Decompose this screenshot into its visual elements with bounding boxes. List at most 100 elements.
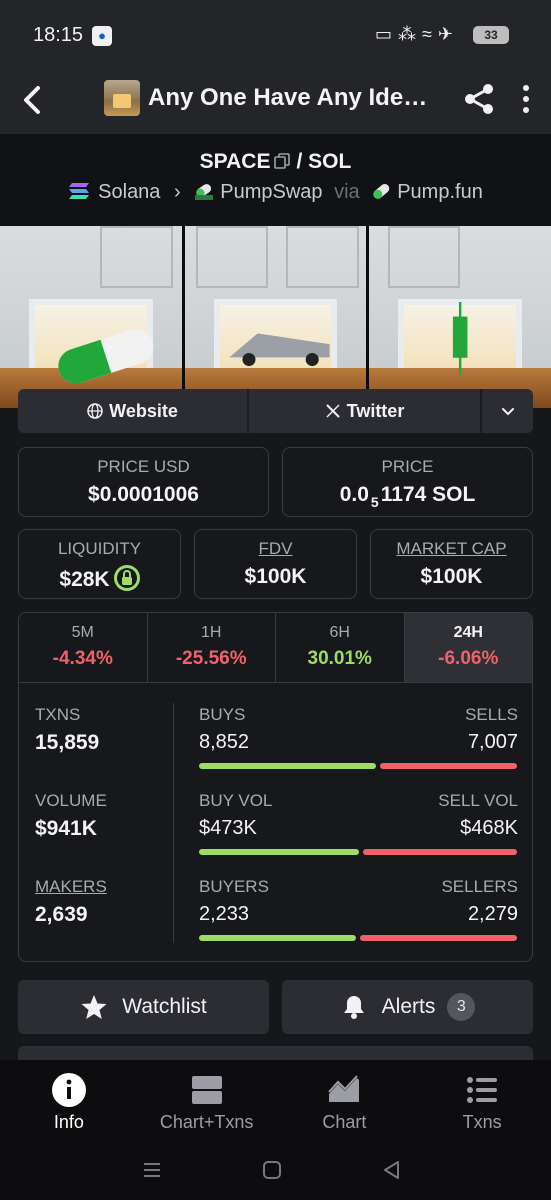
nav-chart[interactable]: Chart	[276, 1060, 414, 1144]
info-icon	[51, 1073, 86, 1107]
pumpfun-logo-icon	[373, 183, 390, 199]
quote-symbol: SOL	[308, 150, 352, 173]
chain-link[interactable]: Solana	[98, 181, 160, 203]
sell-vol-value: $468K	[460, 817, 518, 839]
nav-txns[interactable]: Txns	[413, 1060, 551, 1144]
token-pair: SPACE / SOL	[0, 150, 551, 174]
market-cap-card[interactable]: MARKET CAP $100K	[370, 529, 533, 599]
watchlist-button[interactable]: Watchlist	[18, 980, 269, 1034]
pair-separator: /	[296, 150, 303, 173]
home-icon[interactable]	[260, 1158, 284, 1182]
app-bar: Any One Have Any Ide…	[0, 66, 551, 134]
notification-app-icon: ●	[92, 26, 112, 46]
more-links-button[interactable]	[482, 389, 533, 433]
star-icon	[81, 995, 107, 1019]
price-native-card: PRICE 0.0 51174 SOL	[282, 447, 533, 517]
buyers-label: BUYERS	[199, 877, 269, 896]
token-banner-image	[0, 226, 551, 408]
sellers-value: 2,279	[467, 903, 518, 925]
website-label: Website	[109, 400, 178, 421]
tab-6h[interactable]: 6H 30.01%	[276, 613, 405, 682]
tab-1h[interactable]: 1H -25.56%	[148, 613, 276, 682]
system-status-icons: ▭⁂≈✈	[375, 24, 459, 44]
token-route: Solana › PumpSwap via Pump.fun	[0, 181, 551, 204]
buys-label: BUYS	[199, 705, 246, 724]
tab-5m[interactable]: 5M -4.34%	[19, 613, 148, 682]
status-time: 18:15	[33, 24, 84, 46]
x-logo-icon	[325, 404, 340, 418]
token-header: SPACE / SOL Solana › PumpSwap via Pump.f…	[0, 134, 551, 226]
website-button[interactable]: Website	[18, 389, 249, 433]
liquidity-value: $28K	[19, 565, 180, 592]
bell-icon	[343, 996, 364, 1019]
price-native-label: PRICE	[381, 457, 434, 476]
twitter-button[interactable]: Twitter	[249, 389, 482, 433]
banner-panel-truck	[184, 226, 367, 408]
watchlist-label: Watchlist	[122, 995, 207, 1018]
twitter-label: Twitter	[346, 400, 405, 421]
nav-txns-label: Txns	[462, 1112, 502, 1132]
buy-vol-value: $473K	[199, 817, 257, 839]
split-view-icon	[191, 1076, 222, 1104]
nav-chart-txns[interactable]: Chart+Txns	[138, 1060, 276, 1144]
makers-value: 2,639	[35, 903, 88, 926]
pumpswap-logo-icon	[195, 184, 214, 200]
share-icon[interactable]	[462, 82, 496, 116]
liquidity-label: LIQUIDITY	[57, 539, 142, 558]
alerts-label: Alerts	[381, 995, 436, 1018]
buyers-value: 2,233	[199, 903, 250, 925]
txns-row: TXNS 15,859 BUYS SELLS 8,852 7,007	[19, 683, 532, 769]
system-navigation-bar	[0, 1144, 551, 1200]
market-cap-label[interactable]: MARKET CAP	[371, 539, 532, 559]
fdv-value: $100K	[244, 565, 307, 588]
chevron-down-icon	[501, 408, 514, 416]
copy-icon[interactable]	[274, 153, 291, 169]
back-icon[interactable]	[380, 1158, 404, 1182]
page-title: Any One Have Any Ide…	[148, 84, 428, 111]
banner-panel-candle	[369, 226, 551, 408]
price-usd-card: PRICE USD $0.0001006	[18, 447, 269, 517]
launchpad-link[interactable]: Pump.fun	[397, 181, 483, 203]
chevron-right-icon: ›	[174, 181, 181, 203]
banner-panel-pill	[0, 226, 182, 408]
sells-label: SELLS	[465, 705, 518, 724]
txns-value: 15,859	[35, 731, 100, 754]
volume-label: VOLUME	[35, 791, 107, 810]
battery-icon: 33	[473, 26, 509, 44]
nav-chart-txns-label: Chart+Txns	[159, 1112, 254, 1132]
volume-value: $941K	[35, 817, 97, 840]
nav-info-label: Info	[53, 1112, 84, 1132]
back-arrow-icon[interactable]	[16, 80, 52, 120]
status-bar: 18:15 ● ▭⁂≈✈ 33	[0, 0, 551, 66]
nav-info[interactable]: Info	[0, 1060, 138, 1144]
list-icon	[467, 1077, 498, 1103]
price-usd-value: $0.0001006	[88, 483, 199, 506]
timeframe-tabs: 5M -4.34% 1H -25.56% 6H 30.01% 24H -6.06…	[19, 613, 532, 683]
price-usd-label: PRICE USD	[97, 457, 190, 476]
liquidity-card: LIQUIDITY $28K	[18, 529, 181, 599]
fdv-card[interactable]: FDV $100K	[194, 529, 357, 599]
price-native-value: 0.0 51174 SOL	[339, 483, 476, 510]
alerts-button[interactable]: Alerts 3	[282, 980, 533, 1034]
trading-stats-panel: 5M -4.34% 1H -25.56% 6H 30.01% 24H -6.06…	[18, 612, 533, 962]
buys-value: 8,852	[199, 731, 250, 753]
buy-vol-label: BUY VOL	[199, 791, 273, 810]
makers-label[interactable]: MAKERS	[35, 877, 107, 897]
market-cap-value: $100K	[420, 565, 483, 588]
sellers-label: SELLERS	[441, 877, 518, 896]
lock-icon[interactable]	[113, 565, 140, 591]
sells-value: 7,007	[467, 731, 518, 753]
globe-icon	[87, 403, 103, 419]
txns-label: TXNS	[35, 705, 81, 724]
sell-vol-label: SELL VOL	[438, 791, 518, 810]
token-thumbnail	[104, 80, 140, 116]
nav-chart-label: Chart	[322, 1112, 367, 1132]
tab-24h[interactable]: 24H -6.06%	[404, 613, 532, 682]
dex-link[interactable]: PumpSwap	[220, 181, 322, 203]
recents-icon[interactable]	[140, 1158, 164, 1182]
makers-row: MAKERS 2,639 BUYERS SELLERS 2,233 2,279	[19, 855, 532, 941]
more-options-icon[interactable]	[516, 82, 536, 116]
chart-icon	[328, 1075, 360, 1102]
stats-rows: TXNS 15,859 BUYS SELLS 8,852 7,007 VOLUM…	[19, 683, 532, 961]
fdv-label[interactable]: FDV	[195, 539, 356, 559]
